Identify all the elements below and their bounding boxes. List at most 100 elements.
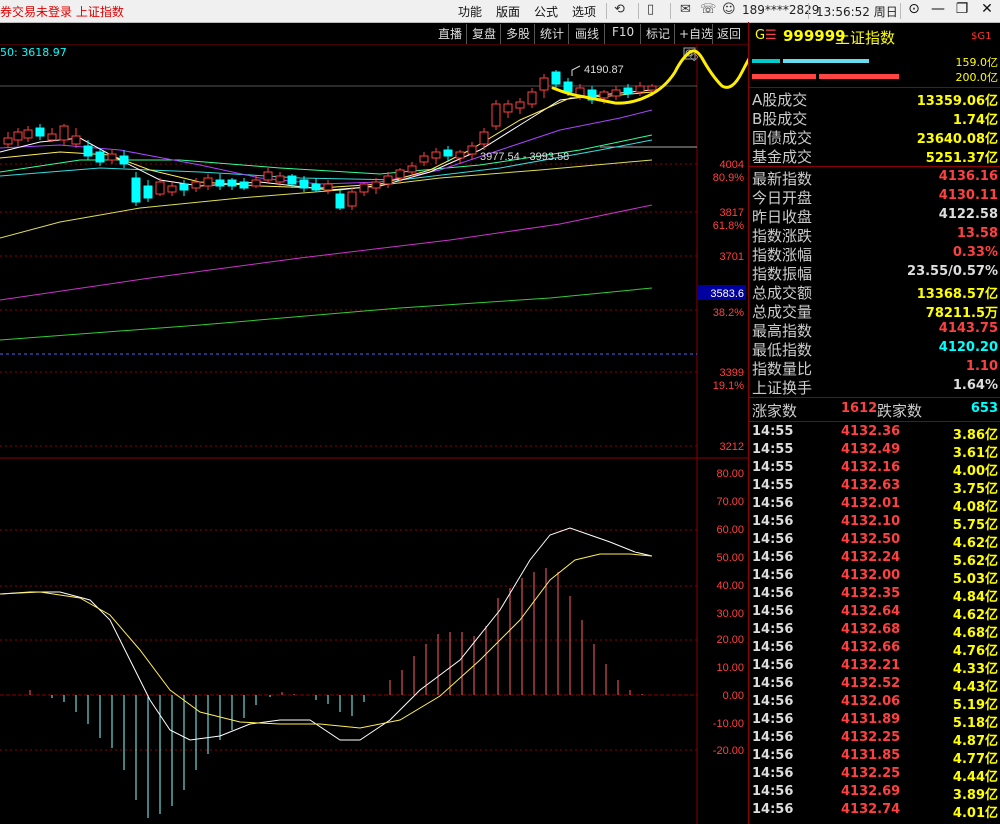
stat-label: 总成交额 [752, 284, 813, 302]
macd-tick: 70.00 [716, 496, 744, 508]
price-pct: 80.9% [713, 172, 744, 184]
user-icon[interactable]: ☺ [722, 2, 736, 17]
tick-price: 4132.10 [841, 514, 901, 529]
candle-body [431, 151, 441, 159]
price-tick: 4004 [720, 159, 744, 171]
candle-body [563, 81, 573, 93]
turnover-row: A股成交 13359.06亿 [749, 89, 1000, 109]
candle-body [275, 175, 285, 183]
tick-price: 4132.25 [841, 766, 901, 781]
down-count: 653 [970, 401, 998, 416]
tick-time: 14:56 [752, 676, 794, 691]
candle-body [95, 151, 105, 163]
tick-price: 4132.49 [841, 442, 901, 457]
up-count: 1612 [841, 401, 878, 416]
candle-body [635, 85, 645, 93]
tick-volume: 4.01亿 [952, 806, 998, 821]
tick-time: 14:56 [752, 784, 794, 799]
candle-body [551, 71, 561, 85]
stat-label: 上证换手 [752, 379, 813, 397]
candle-body [623, 87, 633, 95]
restore-icon[interactable]: ❐ [950, 1, 974, 17]
chat-icon[interactable]: ☏ [700, 2, 716, 17]
candle-body [191, 181, 201, 189]
toolbar-live[interactable]: 直播 [438, 25, 462, 42]
menu-formula[interactable]: 公式 [534, 3, 558, 20]
toolbar-back[interactable]: 返回 [717, 25, 741, 42]
tick-time: 14:56 [752, 748, 794, 763]
tick-row: 14:56 4132.06 5.19亿 [749, 693, 1000, 713]
toolbar-add-watchlist[interactable]: +自选 [679, 25, 713, 42]
turnover-value: 5251.37亿 [925, 151, 998, 166]
candle-body [287, 175, 297, 185]
stat-value: 4136.16 [938, 169, 998, 184]
phone-icon[interactable]: ▯ [647, 2, 654, 17]
tick-price: 4131.85 [841, 748, 901, 763]
toolbar-statistics[interactable]: 统计 [540, 25, 564, 42]
menu-function[interactable]: 功能 [458, 3, 482, 20]
email-icon[interactable]: ✉ [680, 2, 691, 17]
tick-time: 14:56 [752, 766, 794, 781]
price-pct: 61.8% [713, 220, 744, 232]
ma-line-purple [0, 109, 653, 185]
candle-body [383, 175, 393, 185]
tick-price: 4132.52 [841, 676, 901, 691]
minimize-icon[interactable]: — [926, 1, 950, 17]
close-icon[interactable]: ✕ [975, 1, 999, 17]
candle-body [83, 145, 93, 157]
menu-icon[interactable]: ☰ [765, 28, 777, 43]
macd-tick: 40.00 [716, 580, 744, 592]
group-tag: $G1 [971, 31, 992, 42]
turnover-label: A股成交 [752, 91, 808, 109]
kline-chart[interactable]: 4004 80.9% 3817 61.8% 3701 3583.6 38.2% … [0, 44, 748, 824]
tick-row: 14:56 4132.64 4.62亿 [749, 603, 1000, 623]
turnover-value: 1.74亿 [952, 113, 998, 128]
volume-bar [819, 74, 899, 79]
tick-time: 14:56 [752, 802, 794, 817]
tick-time: 14:56 [752, 586, 794, 601]
arrow-down-icon[interactable]: ⊙ [902, 1, 926, 17]
tick-price: 4132.64 [841, 604, 901, 619]
divider [568, 24, 569, 44]
group-marker: G [755, 28, 766, 43]
refresh-icon[interactable]: ⟲ [614, 2, 625, 17]
candle-body [299, 179, 309, 189]
candle-body [491, 103, 501, 127]
candle-body [515, 101, 525, 109]
tick-row: 14:55 4132.36 3.86亿 [749, 423, 1000, 443]
stat-label: 指数涨跌 [752, 227, 813, 245]
toolbar-mark[interactable]: 标记 [646, 25, 670, 42]
tick-row: 14:56 4132.25 4.44亿 [749, 765, 1000, 785]
menu-options[interactable]: 选项 [572, 3, 596, 20]
tick-time: 14:56 [752, 568, 794, 583]
tick-row: 14:56 4132.35 4.84亿 [749, 585, 1000, 605]
toolbar-replay[interactable]: 复盘 [472, 25, 496, 42]
tick-time: 14:56 [752, 640, 794, 655]
macd-dif-line [0, 527, 653, 741]
clock: 13:56:52 周日 [816, 5, 898, 19]
macd-tick: -20.00 [713, 745, 744, 757]
divider [900, 3, 901, 19]
volume-bar [783, 59, 869, 63]
toolbar-multi-stock[interactable]: 多股 [506, 25, 530, 42]
macd-tick: 80.00 [716, 468, 744, 480]
stat-row: 指数振幅 23.55/0.57% [749, 263, 1000, 283]
tick-price: 4132.01 [841, 496, 901, 511]
stat-label: 今日开盘 [752, 189, 813, 207]
candle-body [215, 179, 225, 187]
price-pct: 19.1% [713, 380, 744, 392]
macd-tick: 0.00 [723, 690, 744, 702]
stat-row: 总成交额 13368.57亿 [749, 282, 1000, 302]
toolbar-draw-line[interactable]: 画线 [575, 25, 599, 42]
title-bar: 券交易未登录 上证指数 功能 版面 公式 选项 ⟲ ▯ ✉ ☏ ☺ 189***… [0, 0, 1000, 23]
stat-value: 4120.20 [938, 340, 998, 355]
macd-dea-line [0, 553, 653, 729]
tick-price: 4132.36 [841, 424, 901, 439]
menu-layout[interactable]: 版面 [496, 3, 520, 20]
toolbar-f10[interactable]: F10 [612, 25, 634, 39]
divider [534, 24, 535, 44]
divider [712, 24, 713, 44]
candle-body [3, 137, 13, 145]
tick-price: 4132.00 [841, 568, 901, 583]
price-tick: 3399 [720, 367, 744, 379]
